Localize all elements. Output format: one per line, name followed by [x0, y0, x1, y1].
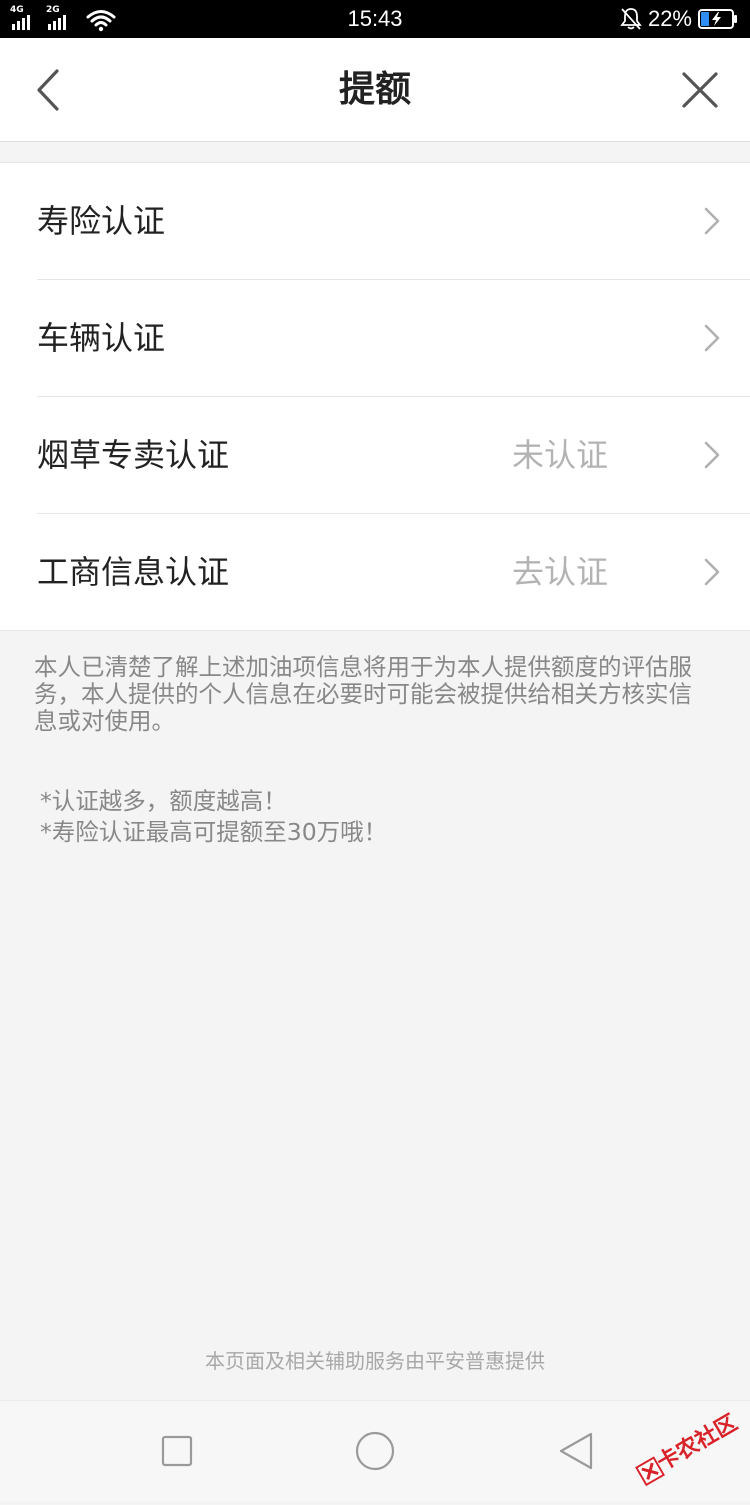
battery-percent: 22%	[647, 6, 692, 31]
square-icon	[161, 1435, 193, 1467]
item-label: 寿险认证	[37, 202, 166, 240]
tip-line: *寿险认证最高可提额至30万哦！	[40, 818, 388, 846]
chevron-right-icon	[704, 207, 720, 235]
bell-muted-icon	[620, 8, 642, 30]
status-right: 22%	[620, 0, 738, 38]
tip-line: *认证越多，额度越高！	[40, 787, 287, 815]
circle-icon	[355, 1431, 395, 1471]
list-item-vehicle[interactable]: 车辆认证	[37, 280, 750, 397]
close-button[interactable]	[672, 62, 728, 118]
close-icon	[682, 72, 718, 108]
chevron-right-icon	[704, 324, 720, 352]
battery-charging-icon	[698, 9, 737, 29]
chevron-right-icon	[704, 558, 720, 586]
back-button[interactable]	[22, 62, 74, 118]
home-button[interactable]	[353, 1429, 397, 1473]
triangle-back-icon	[559, 1432, 593, 1470]
provider-note: 本页面及相关辅助服务由平安普惠提供	[205, 1349, 545, 1373]
system-back-button[interactable]	[554, 1429, 598, 1473]
item-label: 工商信息认证	[37, 553, 230, 591]
disclaimer-text: 本人已清楚了解上述加油项信息将用于为本人提供额度的评估服务，本人提供的个人信息在…	[34, 653, 692, 735]
tips: *认证越多，额度越高！ *寿险认证最高可提额至30万哦！	[40, 786, 700, 848]
item-status: 去认证	[511, 553, 608, 591]
list-item-tobacco-license[interactable]: 烟草专卖认证 未认证	[37, 397, 750, 514]
item-status: 未认证	[511, 436, 608, 474]
item-label: 烟草专卖认证	[37, 436, 230, 474]
status-bar: 4G 2G 15:43 22%	[0, 0, 750, 38]
auth-list: 寿险认证 车辆认证 烟草专卖认证 未认证 工商信息认证 去认证	[0, 162, 750, 631]
page-title: 提额	[338, 69, 411, 110]
chevron-right-icon	[704, 441, 720, 469]
recent-apps-button[interactable]	[155, 1429, 199, 1473]
list-item-business-info[interactable]: 工商信息认证 去认证	[37, 514, 750, 630]
chevron-left-icon	[37, 69, 59, 111]
item-label: 车辆认证	[37, 319, 166, 357]
app-header: 提额	[0, 38, 750, 142]
list-item-life-insurance[interactable]: 寿险认证	[37, 163, 750, 280]
